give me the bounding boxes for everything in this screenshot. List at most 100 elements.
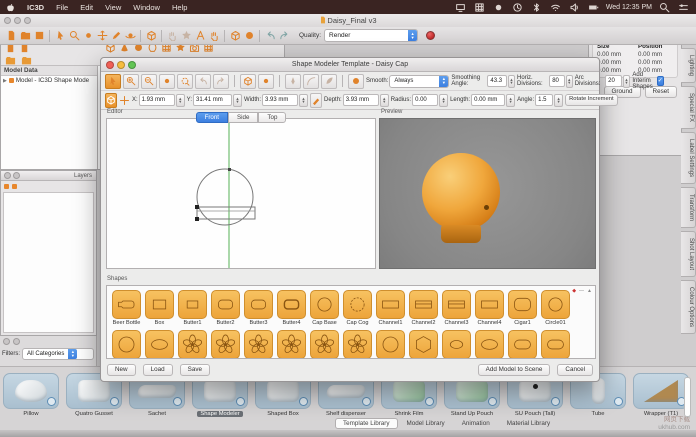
menu-view[interactable]: View — [99, 3, 127, 12]
width-field[interactable]: 3.93 mm — [262, 94, 298, 106]
shape-item-cigar1[interactable]: Cigar1 — [509, 290, 536, 326]
smooth-dropdown[interactable]: Always ▲▼ — [389, 75, 449, 88]
close-button[interactable] — [3, 338, 10, 345]
menu-edit[interactable]: Edit — [74, 3, 99, 12]
magnifier-button[interactable] — [67, 29, 81, 43]
stepper[interactable]: ▲▼ — [554, 94, 563, 107]
load-button[interactable]: Load — [143, 364, 173, 376]
scroll-up-icon[interactable]: ▲ — [587, 288, 592, 294]
move-point-button[interactable] — [119, 93, 130, 107]
shape-tile[interactable] — [442, 330, 471, 359]
shape-tile[interactable] — [475, 290, 504, 319]
shape-tile[interactable] — [541, 290, 570, 319]
filters-dropdown[interactable]: All Categories ▲▼ — [22, 348, 94, 360]
add-model-to-scene-button[interactable]: Add Model to Scene — [478, 364, 551, 376]
arc-button[interactable] — [303, 74, 319, 89]
shape-tile[interactable] — [211, 330, 240, 359]
editor-tab-side[interactable]: Side — [228, 112, 258, 123]
cube-button[interactable] — [240, 74, 256, 89]
shape-item[interactable] — [344, 330, 371, 359]
quality-dropdown[interactable]: Render ▲▼ — [324, 29, 418, 42]
dot-button[interactable] — [81, 29, 95, 43]
shape-item[interactable] — [443, 330, 470, 359]
shape-item-butter1[interactable]: Butter1 — [179, 290, 206, 326]
smooth-circle-button[interactable] — [348, 74, 364, 89]
display-button[interactable] — [454, 0, 468, 14]
dock-tab-special-fx[interactable]: Special FX — [681, 86, 696, 129]
template-item-pillow[interactable]: Pillow — [4, 373, 58, 417]
disclosure-icon[interactable]: ▶ — [3, 78, 7, 84]
menu-clock[interactable]: Wed 12:35 PM — [606, 4, 652, 11]
shape-item-channel3[interactable]: Channel3 — [443, 290, 470, 326]
shape-tile[interactable] — [178, 290, 207, 319]
stepper[interactable]: ▲▼ — [566, 75, 573, 88]
y-field[interactable]: 31.41 mm — [193, 94, 232, 106]
redo-arrow-button[interactable] — [213, 74, 229, 89]
apple-menu[interactable] — [0, 3, 21, 12]
control-center-button[interactable] — [676, 0, 690, 14]
shape-tile[interactable] — [343, 290, 372, 319]
paint-tool-button[interactable] — [310, 93, 322, 108]
sphere-button[interactable] — [242, 29, 256, 43]
layers-titlebar[interactable]: Layers — [1, 171, 96, 181]
preview-viewport[interactable] — [379, 118, 596, 269]
shape-item[interactable] — [278, 330, 305, 359]
hand-button[interactable] — [207, 29, 221, 43]
new-button[interactable]: New — [107, 364, 136, 376]
shape-item-beer-bottle[interactable]: Beer Bottle — [113, 290, 140, 326]
window-titlebar[interactable]: Daisy_Final v3 — [0, 14, 696, 28]
shape-tile[interactable] — [310, 330, 339, 359]
cursor-button[interactable] — [53, 29, 67, 43]
template-thumbnail[interactable] — [633, 373, 689, 409]
shape-item[interactable] — [410, 330, 437, 359]
shape-tool-button[interactable] — [105, 93, 117, 108]
shape-tile[interactable] — [277, 290, 306, 319]
arc-divisions-field[interactable]: 20 — [605, 75, 622, 87]
shape-item-channel2[interactable]: Channel2 — [410, 290, 437, 326]
shape-item-cap-base[interactable]: Cap Base — [311, 290, 338, 326]
close-button[interactable] — [4, 172, 11, 179]
stepper[interactable]: ▲▼ — [439, 94, 448, 107]
shape-tile[interactable] — [112, 330, 141, 359]
select-button[interactable] — [105, 74, 121, 89]
file-button[interactable] — [4, 29, 18, 43]
minimize-button[interactable] — [13, 172, 20, 179]
blob-button[interactable] — [492, 0, 506, 14]
stepper[interactable]: ▲▼ — [233, 94, 242, 107]
menu-ic3d[interactable]: IC3D — [21, 3, 50, 12]
shape-item-butter4[interactable]: Butter4 — [278, 290, 305, 326]
dock-tab-lighting[interactable]: Lighting — [681, 48, 696, 83]
point-button[interactable] — [258, 74, 274, 89]
shape-tile[interactable] — [376, 290, 405, 319]
shape-tile[interactable] — [310, 290, 339, 319]
library-tab-material-library[interactable]: Material Library — [499, 418, 558, 429]
shape-item[interactable] — [476, 330, 503, 359]
dot-button[interactable] — [159, 74, 175, 89]
zoom-in-button[interactable] — [123, 74, 139, 89]
undo-arrow-button[interactable] — [195, 74, 211, 89]
cube-button[interactable] — [144, 29, 158, 43]
stepper[interactable]: ▲▼ — [176, 94, 185, 107]
horiz-divisions-field[interactable]: 80 — [549, 75, 564, 87]
shape-tile[interactable] — [508, 290, 537, 319]
move-button[interactable] — [95, 29, 109, 43]
battery-button[interactable] — [587, 0, 601, 14]
library-scrollbar[interactable] — [684, 377, 691, 417]
shape-item[interactable] — [245, 330, 272, 359]
shape-tile[interactable] — [145, 330, 174, 359]
record-button[interactable] — [426, 31, 435, 40]
shape-item[interactable] — [509, 330, 536, 359]
orbit-button[interactable] — [123, 29, 137, 43]
cube-button[interactable] — [228, 29, 242, 43]
shape-tile[interactable] — [508, 330, 537, 359]
add-interim-checkbox[interactable]: ✓ — [657, 76, 664, 86]
save-button[interactable] — [32, 29, 46, 43]
hand-button[interactable] — [165, 29, 179, 43]
shape-item[interactable] — [542, 330, 569, 359]
model-tree-item[interactable]: ▶ Model - IC3D Shape Mode — [1, 76, 97, 85]
menu-window[interactable]: Window — [127, 3, 166, 12]
shape-item[interactable] — [146, 330, 173, 359]
dock-tab-colour-options[interactable]: Colour Options — [681, 280, 696, 334]
menu-help[interactable]: Help — [166, 3, 193, 12]
pencil-button[interactable] — [109, 29, 123, 43]
